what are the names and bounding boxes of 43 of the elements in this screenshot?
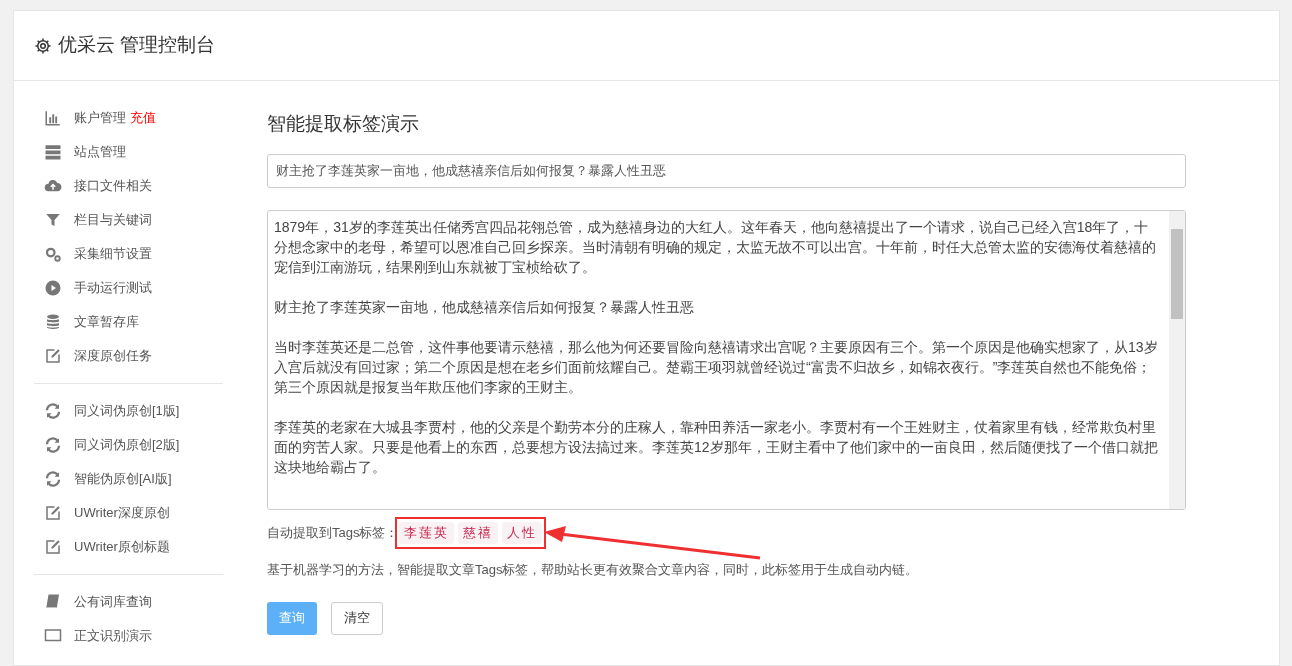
edit-icon [44, 347, 62, 365]
sidebar-item[interactable]: 站点管理 [74, 142, 126, 162]
edit-icon [44, 538, 62, 556]
article-paragraph: 1879年，31岁的李莲英出任储秀宫四品花翎总管，成为慈禧身边的大红人。这年春天，他向慈禧提出了一个请求，说自己已经入宫18年了，十分想念家中的老母，希望可以恩准自己回乡探亲。当时清朝有明确的规定，太监无故不可以出宫。十年前，时任大总管太监的安德海仗着慈禧的宠信到江南游玩，结果刚到山东就被丁宝桢给砍了。 [274, 218, 1157, 277]
sidebar-item[interactable]: UWriter原创标题 [74, 537, 170, 557]
article-paragraph: 当时李莲英还是二总管，这件事他要请示慈禧，那么他为何还要冒险向慈禧请求出宫呢？主要原因有三个。第一个原因是他确实想家了，从13岁入宫后就没有回过家；第二个原因是想在老乡们面前炫耀自己。楚霸王项羽就曾经说过“富贵不归故乡，如锦衣夜行。”李莲英自然也不能免俗；第三个原因就是报复当年欺压他们李家的王财主。 [274, 338, 1159, 397]
edit-icon [44, 504, 62, 522]
scrollbar[interactable] [1169, 211, 1185, 509]
settings-icon [34, 36, 52, 55]
play-icon [44, 279, 62, 297]
sidebar-item[interactable]: 手动运行测试 [74, 278, 152, 298]
clear-button[interactable]: 清空 [331, 601, 383, 635]
title-input-field[interactable]: 财主抢了李莲英家一亩地，他成慈禧亲信后如何报复？暴露人性丑恶 [267, 154, 1186, 188]
article-paragraph: 财主抢了李莲英家一亩地，他成慈禧亲信后如何报复？暴露人性丑恶 [274, 298, 695, 317]
sidebar-item[interactable]: 深度原创任务 [74, 346, 152, 366]
sidebar-item[interactable]: 账户管理 [74, 108, 126, 128]
article-paragraph: 李莲英的老家在大城县李贾村，他的父亲是个勤劳本分的庄稼人，靠种田养活一家老小。李贾村有一个王姓财主，仗着家里有钱，经常欺负村里面的穷苦人家。只要是他看上的东西，总要想方设法搞过来。李莲英12岁那年，王财主看中了他们家中的一亩良田，然后随便找了一个借口就把这块地给霸占了。 [274, 418, 1159, 477]
content-text-area[interactable] [267, 210, 1186, 510]
sidebar-item[interactable]: 同义词伪原创[2版] [74, 435, 180, 455]
sidebar-item[interactable]: 智能伪原创[AI版] [74, 469, 172, 489]
sidebar-item[interactable]: 文章暂存库 [74, 312, 139, 332]
sidebar-item[interactable]: 栏目与关键词 [74, 210, 152, 230]
sidebar-item[interactable]: UWriter深度原创 [74, 503, 170, 523]
tag: 李莲英 [399, 522, 455, 544]
bar-chart-icon [44, 109, 62, 127]
server-icon [44, 143, 62, 161]
refresh-icon [44, 402, 62, 420]
description-text: 基于机器学习的方法，智能提取文章Tags标签，帮助站长更有效聚合文章内容，同时，此标签用于生成自动内链。 [267, 561, 920, 579]
sidebar-item[interactable]: 同义词伪原创[1版] [74, 401, 180, 421]
sidebar-item[interactable]: 公有词库查询 [74, 592, 152, 612]
console-title: 优采云 管理控制台 [58, 33, 216, 58]
filter-icon [44, 211, 62, 229]
tag: 人性 [502, 522, 543, 544]
recharge-link[interactable]: 充值 [130, 108, 156, 128]
sidebar-item[interactable]: 正文识别演示 [74, 626, 152, 646]
refresh-icon [44, 470, 62, 488]
tag: 慈禧 [458, 522, 499, 544]
section-heading: 智能提取标签演示 [267, 112, 420, 136]
refresh-icon [44, 436, 62, 454]
tags-label: 自动提取到Tags标签： [267, 524, 399, 543]
database-icon [44, 313, 62, 331]
sidebar-item[interactable]: 接口文件相关 [74, 176, 152, 196]
sidebar-item[interactable]: 采集细节设置 [74, 244, 152, 264]
